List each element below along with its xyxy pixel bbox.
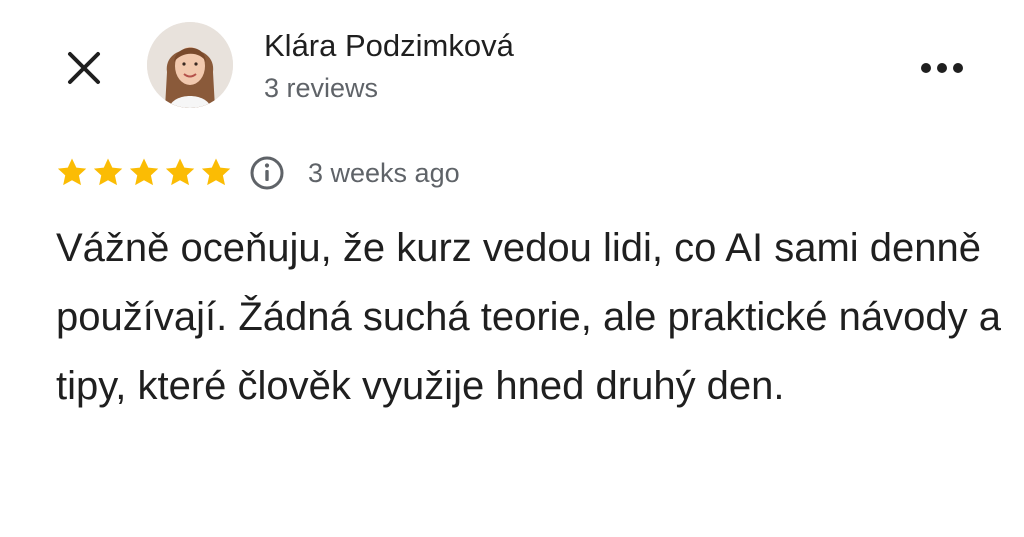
close-button[interactable] bbox=[56, 40, 112, 96]
rating-row: 3 weeks ago bbox=[54, 150, 460, 196]
close-icon bbox=[68, 52, 100, 84]
star-icon bbox=[129, 158, 159, 186]
info-button[interactable] bbox=[248, 154, 286, 192]
avatar-photo-icon bbox=[147, 22, 233, 108]
star-icon bbox=[165, 158, 195, 186]
review-date: 3 weeks ago bbox=[308, 157, 460, 188]
more-horizontal-icon bbox=[921, 63, 963, 73]
avatar[interactable] bbox=[147, 22, 233, 108]
star-rating bbox=[54, 155, 234, 191]
star-icon bbox=[201, 158, 231, 186]
star-icon bbox=[93, 158, 123, 186]
review-count: 3 reviews bbox=[264, 73, 379, 103]
info-icon bbox=[250, 156, 284, 190]
star-icon bbox=[57, 158, 87, 186]
review-text: Vážně oceňuju, že kurz vedou lidi, co AI… bbox=[56, 226, 1001, 408]
more-options-button[interactable] bbox=[912, 48, 972, 88]
reviewer-name[interactable]: Klára Podzimková bbox=[264, 26, 514, 66]
